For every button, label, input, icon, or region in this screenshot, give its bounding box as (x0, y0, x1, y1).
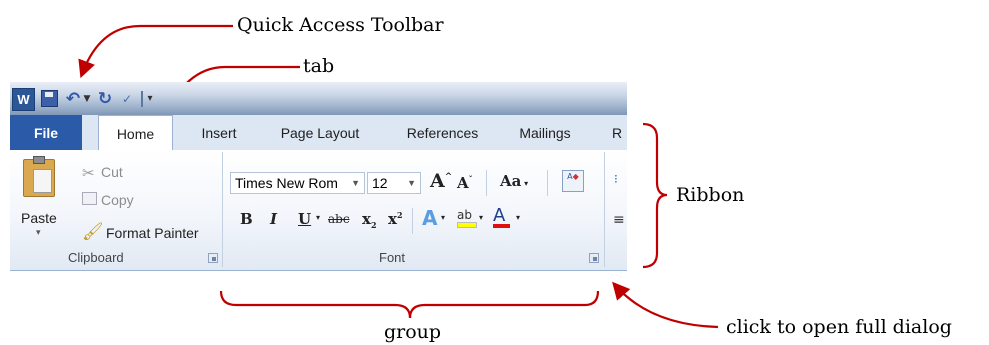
paste-dropdown-icon[interactable]: ▾ (36, 227, 41, 238)
save-icon[interactable] (40, 88, 58, 109)
tab-mailings[interactable]: Mailings (510, 115, 580, 150)
group-divider (222, 152, 223, 267)
subscript-button[interactable]: x2 (362, 210, 377, 230)
clear-formatting-icon[interactable]: A◆ (562, 170, 584, 192)
copy-button[interactable]: Copy (101, 192, 134, 208)
ribbon-tabs: File Home Insert Page Layout References … (10, 115, 627, 151)
toolbar-divider (412, 208, 413, 234)
group-annotation: group (384, 321, 442, 343)
underline-button[interactable]: U (298, 210, 311, 228)
ribbon-brace (642, 122, 668, 269)
ribbon-annotation: Ribbon (676, 184, 745, 206)
tab-annotation: tab (303, 55, 335, 77)
chevron-down-icon: ▼ (351, 178, 360, 188)
undo-dropdown-icon[interactable]: ▼ (82, 88, 92, 109)
paste-button[interactable]: Paste (21, 210, 57, 226)
font-name-value: Times New Rom (235, 175, 338, 191)
font-size-combo[interactable]: 12 ▼ (367, 172, 421, 194)
chevron-down-icon: ▼ (407, 178, 416, 188)
font-color-dropdown-icon[interactable]: ▾ (516, 213, 520, 222)
highlight-button[interactable]: ab (457, 208, 477, 228)
clipboard-dialog-launcher-icon[interactable] (208, 253, 218, 263)
clipboard-group-label: Clipboard (68, 250, 124, 265)
text-effects-dropdown-icon[interactable]: ▾ (441, 213, 445, 222)
dialog-annotation: click to open full dialog (726, 316, 952, 338)
tab-page-layout[interactable]: Page Layout (266, 115, 374, 150)
quick-access-toolbar: W ↶ ▼ ↻ ✓ ▾ (10, 82, 627, 115)
toolbar-divider (141, 91, 143, 107)
copy-icon (82, 192, 97, 205)
dialog-arrow (612, 281, 719, 329)
change-case-button[interactable]: Aa ▾ (500, 172, 528, 190)
group-brace (219, 290, 600, 319)
highlight-dropdown-icon[interactable]: ▾ (479, 213, 483, 222)
superscript-button[interactable]: x2 (388, 210, 403, 228)
shrink-font-button[interactable]: Aˇ (457, 174, 473, 192)
customize-toolbar-icon[interactable]: ▾ (145, 88, 155, 109)
tab-insert[interactable]: Insert (190, 115, 248, 150)
tab-review-partial[interactable]: R (612, 115, 627, 150)
cut-icon: ✂ (82, 164, 95, 182)
bold-button[interactable]: B (240, 210, 253, 228)
bullets-icon[interactable]: ⁝ (614, 172, 618, 186)
toolbar-divider (547, 170, 548, 196)
spelling-icon[interactable]: ✓ (116, 88, 138, 109)
quick-access-arrow (78, 24, 233, 79)
align-icon[interactable]: ≡ (613, 212, 625, 228)
cut-button[interactable]: Cut (101, 164, 123, 180)
font-group-label: Font (379, 250, 406, 265)
group-divider (604, 152, 605, 267)
format-painter-button[interactable]: Format Painter (106, 225, 199, 241)
tab-references[interactable]: References (395, 115, 490, 150)
text-effects-button[interactable]: A (422, 206, 437, 230)
redo-icon[interactable]: ↻ (96, 88, 114, 109)
undo-icon[interactable]: ↶ (64, 88, 82, 109)
tab-file[interactable]: File (10, 115, 82, 150)
quick-access-annotation: Quick Access Toolbar (237, 14, 444, 36)
ribbon: Paste ▾ ✂ Cut Copy 🖌 Format Painter Clip… (10, 150, 627, 271)
font-color-button[interactable]: A (493, 205, 510, 228)
underline-dropdown-icon[interactable]: ▾ (316, 213, 320, 222)
word-logo-icon[interactable]: W (12, 88, 35, 111)
italic-button[interactable]: I (270, 210, 277, 228)
paste-icon[interactable] (23, 156, 55, 197)
toolbar-divider (486, 170, 487, 196)
strikethrough-button[interactable]: abc (328, 212, 350, 226)
font-size-value: 12 (372, 175, 388, 191)
font-name-combo[interactable]: Times New Rom ▼ (230, 172, 365, 194)
grow-font-button[interactable]: A^ (430, 170, 452, 192)
format-painter-icon: 🖌 (82, 222, 104, 242)
font-dialog-launcher-icon[interactable] (589, 253, 599, 263)
tab-home[interactable]: Home (98, 115, 173, 151)
